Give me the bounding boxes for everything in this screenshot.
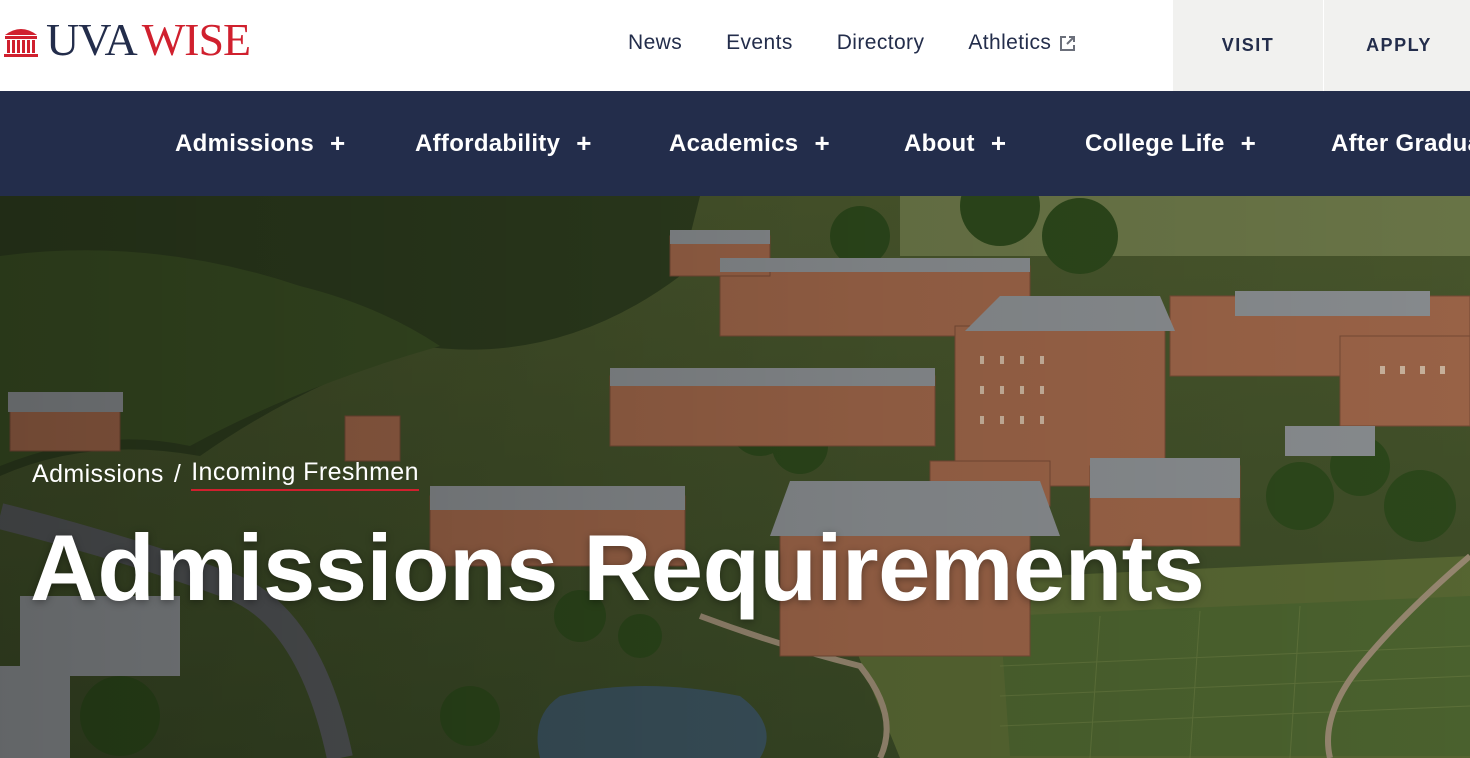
main-nav-affordability-label: Affordability [415, 129, 561, 157]
main-nav-about-label: About [904, 129, 975, 157]
nav-link-athletics[interactable]: Athletics [946, 31, 1098, 55]
main-nav-college-life[interactable]: College Life + [1085, 91, 1256, 196]
visit-button[interactable]: VISIT [1173, 0, 1323, 91]
main-nav-admissions-label: Admissions [175, 129, 315, 157]
external-link-icon [1060, 35, 1076, 51]
expand-plus-icon: + [576, 128, 592, 158]
nav-link-news[interactable]: News [606, 31, 704, 55]
expand-plus-icon: + [990, 128, 1007, 158]
main-nav-academics[interactable]: Academics + [669, 91, 830, 196]
expand-plus-icon: + [814, 128, 830, 158]
main-nav-after-graduation[interactable]: After Gradua [1331, 91, 1470, 196]
main-nav-college-life-label: College Life [1085, 129, 1225, 157]
main-nav-affordability[interactable]: Affordability + [415, 91, 592, 196]
page-title: Admissions Requirements [30, 515, 1205, 620]
expand-plus-icon: + [330, 128, 346, 158]
main-nav-admissions[interactable]: Admissions + [175, 91, 346, 196]
breadcrumb-admissions[interactable]: Admissions [32, 460, 164, 489]
utility-nav: News Events Directory Athletics [606, 0, 1098, 86]
breadcrumb: Admissions / Incoming Freshmen [32, 458, 419, 491]
main-nav-after-graduation-label: After Gradua [1331, 129, 1470, 157]
main-nav-academics-label: Academics [669, 129, 799, 157]
uva-wise-logo[interactable]: UVA WISE [2, 14, 251, 65]
nav-link-events[interactable]: Events [704, 31, 815, 55]
logo-text-uva: UVA [46, 14, 138, 65]
rotunda-icon [4, 29, 38, 57]
utility-header: UVA WISE News Events Directory Athletics… [0, 0, 1470, 91]
nav-link-directory[interactable]: Directory [815, 31, 947, 55]
logo-text-wise: WISE [141, 14, 251, 65]
breadcrumb-separator: / [173, 460, 182, 488]
nav-link-athletics-label: Athletics [968, 31, 1052, 54]
main-nav: Admissions + Affordability + Academics +… [0, 91, 1470, 196]
breadcrumb-current: Incoming Freshmen [191, 458, 419, 491]
apply-button[interactable]: APPLY [1324, 0, 1470, 91]
expand-plus-icon: + [1240, 128, 1257, 158]
hero-banner: Admissions / Incoming Freshmen Admission… [0, 196, 1470, 758]
main-nav-about[interactable]: About + [904, 91, 1006, 196]
